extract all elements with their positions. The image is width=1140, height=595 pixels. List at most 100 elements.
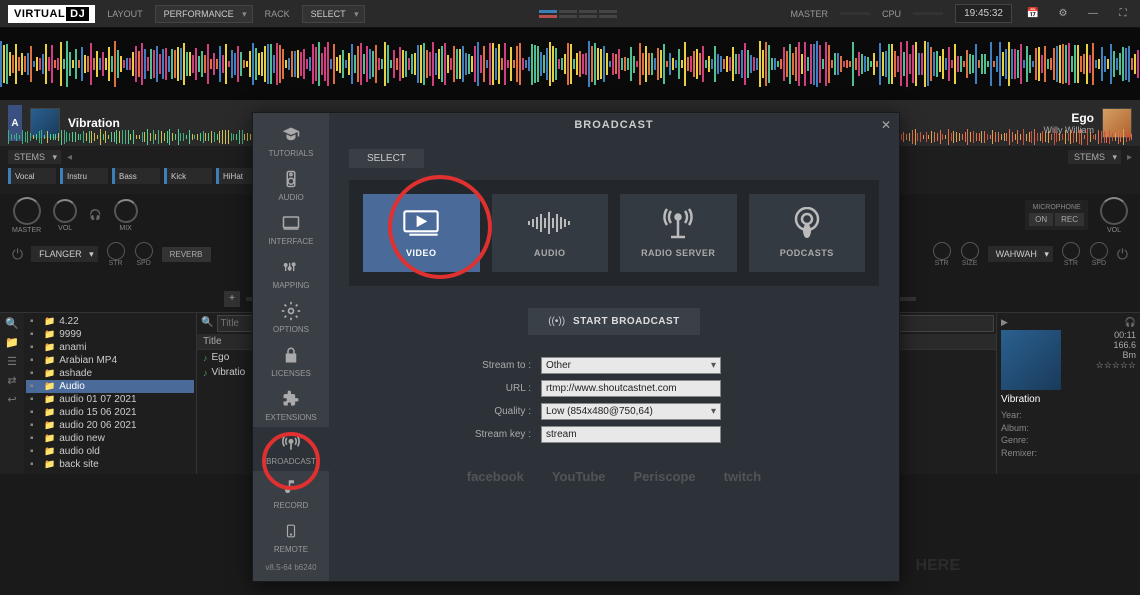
folder-tree[interactable]: ▪📁4.22▪📁9999▪📁anami▪📁Arabian MP4▪📁ashade… (24, 313, 196, 474)
select-tab[interactable]: SELECT (349, 149, 424, 168)
modal-sb-remote[interactable]: REMOTE (253, 515, 329, 559)
folder-item[interactable]: ▪📁Audio (26, 380, 194, 393)
bg-text: HERE (916, 557, 960, 575)
master-label: MASTER (791, 9, 829, 19)
folder-item[interactable]: ▪📁Arabian MP4 (26, 354, 194, 367)
social-youtube[interactable]: YouTube (552, 469, 606, 484)
modal-close-icon[interactable]: ✕ (881, 118, 891, 132)
fx-size-knob-b[interactable] (961, 242, 979, 260)
bc-option-radio-server[interactable]: RADIO SERVER (620, 194, 737, 272)
folder-item[interactable]: ▪📁back site (26, 458, 194, 471)
stream-key-input[interactable] (541, 426, 721, 443)
stem-vocal[interactable]: Vocal (8, 168, 56, 184)
mic-on-button[interactable]: ON (1029, 213, 1053, 226)
settings-icon[interactable]: ⚙ (1054, 5, 1072, 23)
modal-title: BROADCAST (574, 119, 653, 131)
quality-label: Quality : (459, 406, 531, 417)
url-input[interactable] (541, 380, 721, 397)
social-periscope[interactable]: Periscope (634, 469, 696, 484)
quality-select[interactable]: Low (854x480@750,64) (541, 403, 721, 420)
modal-sb-tutorials[interactable]: TUTORIALS (253, 119, 329, 163)
master-knob-a[interactable]: MASTER (12, 197, 41, 234)
options-icon (278, 300, 304, 322)
folder-item[interactable]: ▪📁4.22 (26, 315, 194, 328)
video-icon (401, 208, 441, 238)
search-icon[interactable]: 🔍 (199, 315, 215, 332)
minimize-icon[interactable]: — (1084, 5, 1102, 23)
fx-str-knob-b1[interactable] (933, 242, 951, 260)
app-logo: VIRTUALDJ (8, 5, 95, 23)
remote-icon (278, 520, 304, 542)
folder-item[interactable]: ▪📁audio 01 07 2021 (26, 393, 194, 406)
stream-key-label: Stream key : (459, 429, 531, 440)
stems-dropdown-b[interactable]: STEMS (1068, 150, 1121, 164)
fx-toggle-icon-a[interactable]: ⏻ (12, 246, 23, 263)
fx-str-knob-a[interactable] (107, 242, 125, 260)
headphones-icon: 🎧 (89, 210, 101, 221)
lib-arrow-icon[interactable]: ↩ (7, 393, 16, 406)
reverb-button-a[interactable]: REVERB (162, 247, 211, 262)
mic-rec-button[interactable]: REC (1055, 213, 1084, 226)
lib-swap-icon[interactable]: ⇄ (7, 374, 16, 387)
folder-item[interactable]: ▪📁ashade (26, 367, 194, 380)
cpu-label: CPU (882, 9, 901, 19)
bc-option-video[interactable]: VIDEO (363, 194, 480, 272)
folder-item[interactable]: ▪📁anami (26, 341, 194, 354)
lib-folder-icon[interactable]: 📁 (5, 336, 19, 349)
folder-item[interactable]: ▪📁audio 15 06 2021 (26, 406, 194, 419)
modal-sb-record[interactable]: RECORD (253, 471, 329, 515)
mix-knob-a[interactable]: MIX (114, 199, 138, 232)
lib-search-icon[interactable]: 🔍 (5, 317, 19, 330)
folder-item[interactable]: ▪📁audio new (26, 432, 194, 445)
record-icon (278, 476, 304, 498)
info-play-icon[interactable]: ▶ (1001, 317, 1008, 328)
extensions-icon (278, 388, 304, 410)
modal-sb-mapping[interactable]: MAPPING (253, 251, 329, 295)
start-broadcast-button[interactable]: ((•)) START BROADCAST (528, 308, 700, 335)
folder-item[interactable]: ▪📁9999 (26, 328, 194, 341)
social-facebook[interactable]: facebook (467, 469, 524, 484)
stem-bass[interactable]: Bass (112, 168, 160, 184)
layout-dropdown[interactable]: PERFORMANCE (155, 5, 253, 23)
fx-toggle-icon-b[interactable]: ⏻ (1117, 246, 1128, 263)
vol-knob-a[interactable]: VOL (53, 199, 77, 232)
center-indicators (539, 10, 617, 18)
bc-option-audio[interactable]: AUDIO (492, 194, 609, 272)
info-cover (1001, 330, 1061, 390)
master-meter (840, 12, 870, 15)
vol-knob-b[interactable]: VOL (1100, 197, 1128, 234)
stream-to-select[interactable]: Other (541, 357, 721, 374)
social-twitch[interactable]: twitch (724, 469, 762, 484)
library-sidebar: 🔍 📁 ☰ ⇄ ↩ (0, 313, 24, 474)
main-waveform[interactable] (0, 28, 1140, 100)
fx-spd-knob-b[interactable] (1090, 242, 1108, 260)
calendar-icon[interactable]: 📅 (1024, 5, 1042, 23)
broadcast-options: VIDEOAUDIORADIO SERVERPODCASTS (349, 180, 879, 286)
stems-dropdown-a[interactable]: STEMS (8, 150, 61, 164)
fx-dropdown-a[interactable]: FLANGER (31, 246, 98, 262)
modal-sb-interface[interactable]: INTERFACE (253, 207, 329, 251)
rack-dropdown[interactable]: SELECT (302, 5, 365, 23)
fx-spd-knob-a[interactable] (135, 242, 153, 260)
stem-instru[interactable]: Instru (60, 168, 108, 184)
fx-dropdown-b[interactable]: WAHWAH (988, 246, 1053, 262)
bc-option-podcasts[interactable]: PODCASTS (749, 194, 866, 272)
maximize-icon[interactable]: ⛶ (1114, 5, 1132, 23)
modal-sb-extensions[interactable]: EXTENSIONS (253, 383, 329, 427)
modal-sb-options[interactable]: OPTIONS (253, 295, 329, 339)
info-hp-icon[interactable]: 🎧 (1125, 317, 1136, 328)
videofx-plus-a[interactable]: + (224, 291, 240, 307)
stem-kick[interactable]: Kick (164, 168, 212, 184)
modal-sb-broadcast[interactable]: BROADCAST (253, 427, 329, 471)
modal-sb-audio[interactable]: AUDIO (253, 163, 329, 207)
settings-modal: TUTORIALSAUDIOINTERFACEMAPPINGOPTIONSLIC… (252, 112, 900, 582)
folder-item[interactable]: ▪📁audio 20 06 2021 (26, 419, 194, 432)
layout-label: LAYOUT (107, 9, 142, 19)
info-title: Vibration (1001, 394, 1136, 405)
fx-str-knob-b2[interactable] (1062, 242, 1080, 260)
lib-list-icon[interactable]: ☰ (7, 355, 17, 368)
stream-to-label: Stream to : (459, 360, 531, 371)
cpu-meter (913, 12, 943, 15)
modal-sb-licenses[interactable]: LICENSES (253, 339, 329, 383)
folder-item[interactable]: ▪📁audio old (26, 445, 194, 458)
